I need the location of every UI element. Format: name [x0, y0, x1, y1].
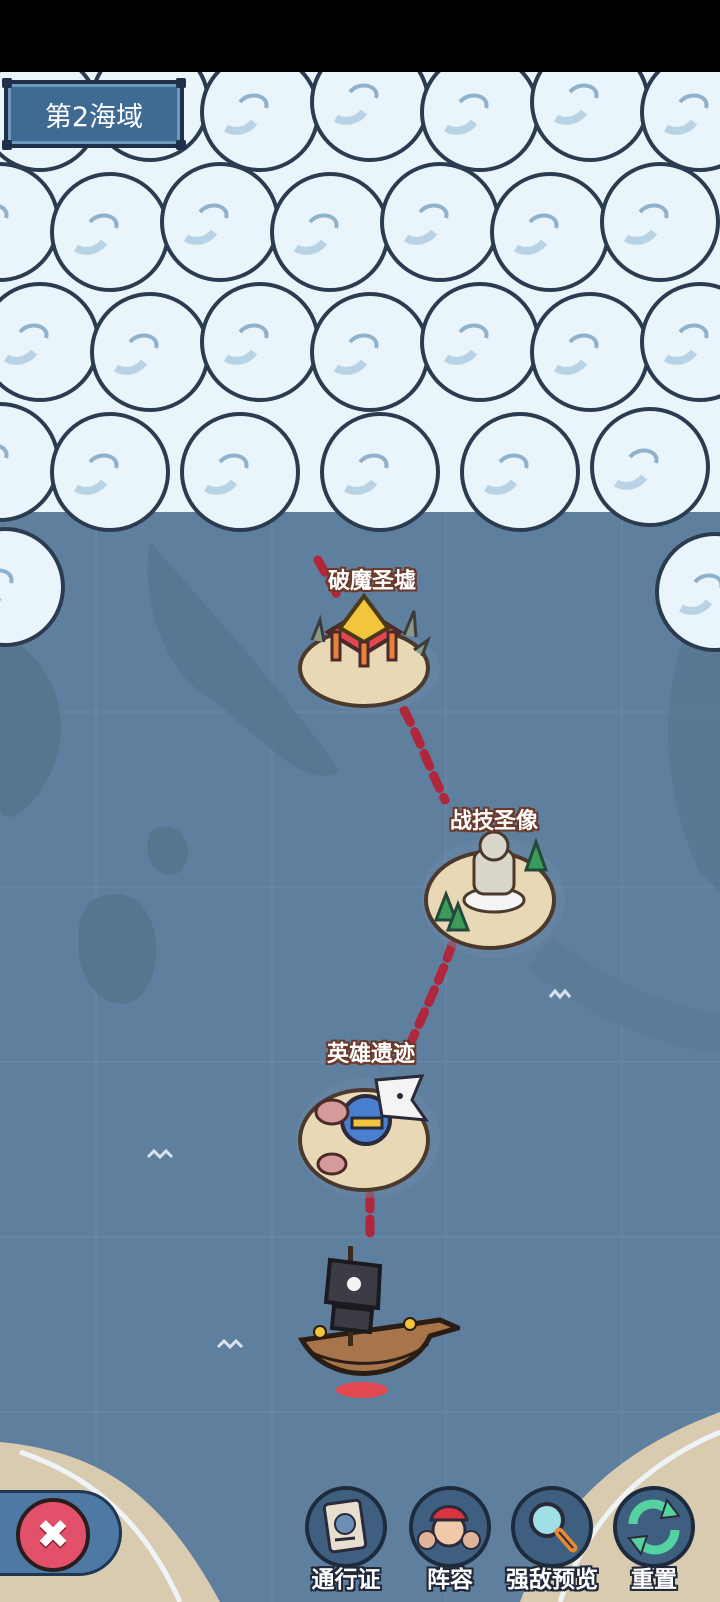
pass-icon	[322, 1498, 368, 1554]
region-title-badge: 第2海域	[2, 78, 186, 150]
lineup-icon	[417, 1505, 481, 1550]
enemy-preview-button[interactable]: 强敌预览	[504, 1482, 600, 1593]
node-label-boss: 破魔圣墟	[327, 569, 417, 594]
statue-icon	[421, 830, 565, 958]
node-label-ruins: 英雄遗迹	[326, 1042, 416, 1067]
node-boss-island[interactable]	[292, 580, 442, 720]
player-ship-icon[interactable]	[290, 1240, 460, 1410]
pass-label: 通行证	[311, 1567, 381, 1593]
close-button[interactable]: ✖	[16, 1498, 90, 1572]
node-statue-island[interactable]	[418, 820, 568, 960]
reset-button[interactable]: 重置	[606, 1482, 702, 1593]
lineup-label: 阵容	[427, 1567, 473, 1593]
region-title: 第2海域	[44, 101, 144, 133]
game-screen: 破魔圣墟 战技圣像 英雄遗迹 第2海域 ✖ 通行证 阵容 强敌预览 重置	[0, 0, 720, 1602]
shrine-icon	[298, 592, 440, 712]
ruins-icon	[296, 1074, 440, 1198]
pass-button[interactable]: 通行证	[298, 1482, 394, 1593]
reset-icon	[627, 1497, 681, 1557]
magnifier-icon	[529, 1502, 578, 1553]
node-ruins-island[interactable]	[292, 1060, 442, 1200]
lineup-button[interactable]: 阵容	[402, 1482, 498, 1593]
node-label-statue: 战技圣像	[449, 809, 539, 834]
close-icon: ✖	[36, 1512, 70, 1558]
reset-label: 重置	[631, 1567, 677, 1593]
enemy-preview-label: 强敌预览	[506, 1567, 598, 1593]
